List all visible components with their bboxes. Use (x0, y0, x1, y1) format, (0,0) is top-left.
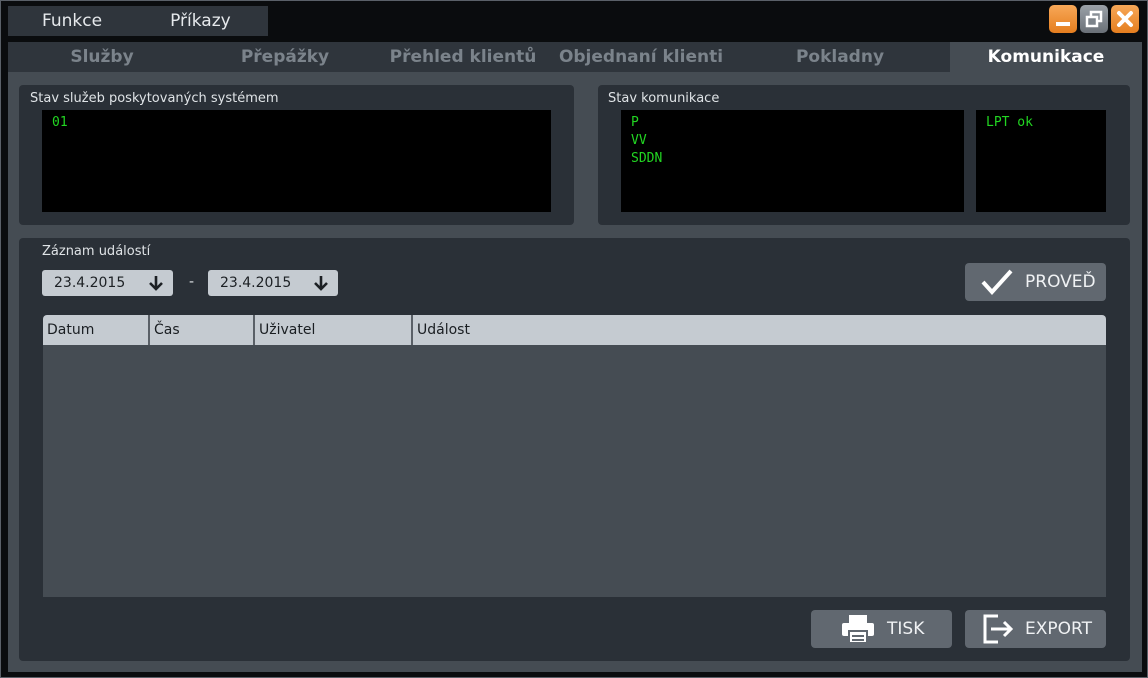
services-panel-title: Stav služeb poskytovaných systémem (30, 91, 279, 106)
tab-bar: Služby Přepážky Přehled klientů Objednan… (8, 42, 1142, 72)
communication-panel-title: Stav komunikace (608, 91, 720, 106)
export-icon (979, 613, 1015, 645)
column-cas[interactable]: Čas (148, 315, 253, 345)
print-button[interactable]: TISK (811, 610, 952, 648)
app-window: Funkce Příkazy Služby Přepážky Přehled k… (0, 0, 1148, 678)
events-table-body[interactable] (43, 345, 1106, 597)
tab-pokladny[interactable]: Pokladny (730, 42, 950, 72)
export-button[interactable]: EXPORT (965, 610, 1106, 648)
close-button[interactable] (1111, 5, 1139, 33)
restore-button[interactable] (1080, 5, 1108, 33)
comm-line: VV (631, 133, 647, 148)
minimize-button[interactable] (1049, 5, 1077, 33)
print-button-label: TISK (887, 619, 925, 639)
tab-komunikace[interactable]: Komunikace (950, 42, 1142, 72)
minimize-icon (1056, 22, 1070, 26)
date-range-separator: - (189, 274, 195, 290)
events-table-header: Datum Čas Uživatel Událost (43, 315, 1106, 345)
lpt-line: LPT ok (986, 115, 1033, 130)
run-button[interactable]: PROVEĎ (965, 263, 1106, 301)
menu-bar: Funkce Příkazy (8, 6, 268, 36)
date-from-value: 23.4.2015 (54, 275, 126, 291)
arrow-down-icon (149, 276, 163, 291)
services-status-screen: 01 (42, 110, 551, 212)
tab-sluzby[interactable]: Služby (8, 42, 196, 72)
service-line: 01 (52, 115, 68, 130)
tab-prehled-klientu[interactable]: Přehled klientů (374, 42, 552, 72)
communication-panel: Stav komunikace P VV SDDN LPT ok (598, 85, 1130, 225)
close-icon (1117, 11, 1133, 27)
run-button-label: PROVEĎ (1025, 272, 1096, 292)
checkmark-icon (979, 267, 1015, 297)
arrow-down-icon (314, 276, 328, 291)
menu-funkce[interactable]: Funkce (42, 6, 102, 36)
event-log-title: Záznam událostí (42, 244, 151, 259)
column-datum[interactable]: Datum (43, 315, 148, 345)
communication-status-screen: P VV SDDN (621, 110, 964, 212)
date-to-select[interactable]: 23.4.2015 (208, 270, 338, 296)
services-panel: Stav služeb poskytovaných systémem 01 (19, 85, 574, 225)
date-from-select[interactable]: 23.4.2015 (42, 270, 173, 296)
comm-line: P (631, 115, 639, 130)
window-controls (1049, 5, 1139, 33)
export-button-label: EXPORT (1025, 619, 1092, 639)
date-to-value: 23.4.2015 (220, 275, 292, 291)
comm-line: SDDN (631, 151, 663, 166)
restore-icon (1085, 10, 1103, 28)
menu-prikazy[interactable]: Příkazy (170, 6, 231, 36)
column-udalost[interactable]: Událost (411, 315, 1106, 345)
column-uzivatel[interactable]: Uživatel (253, 315, 411, 345)
lpt-status-screen: LPT ok (976, 110, 1106, 212)
tab-objednani-klienti[interactable]: Objednaní klienti (552, 42, 730, 72)
tab-prepazky[interactable]: Přepážky (196, 42, 374, 72)
printer-icon (839, 613, 877, 645)
